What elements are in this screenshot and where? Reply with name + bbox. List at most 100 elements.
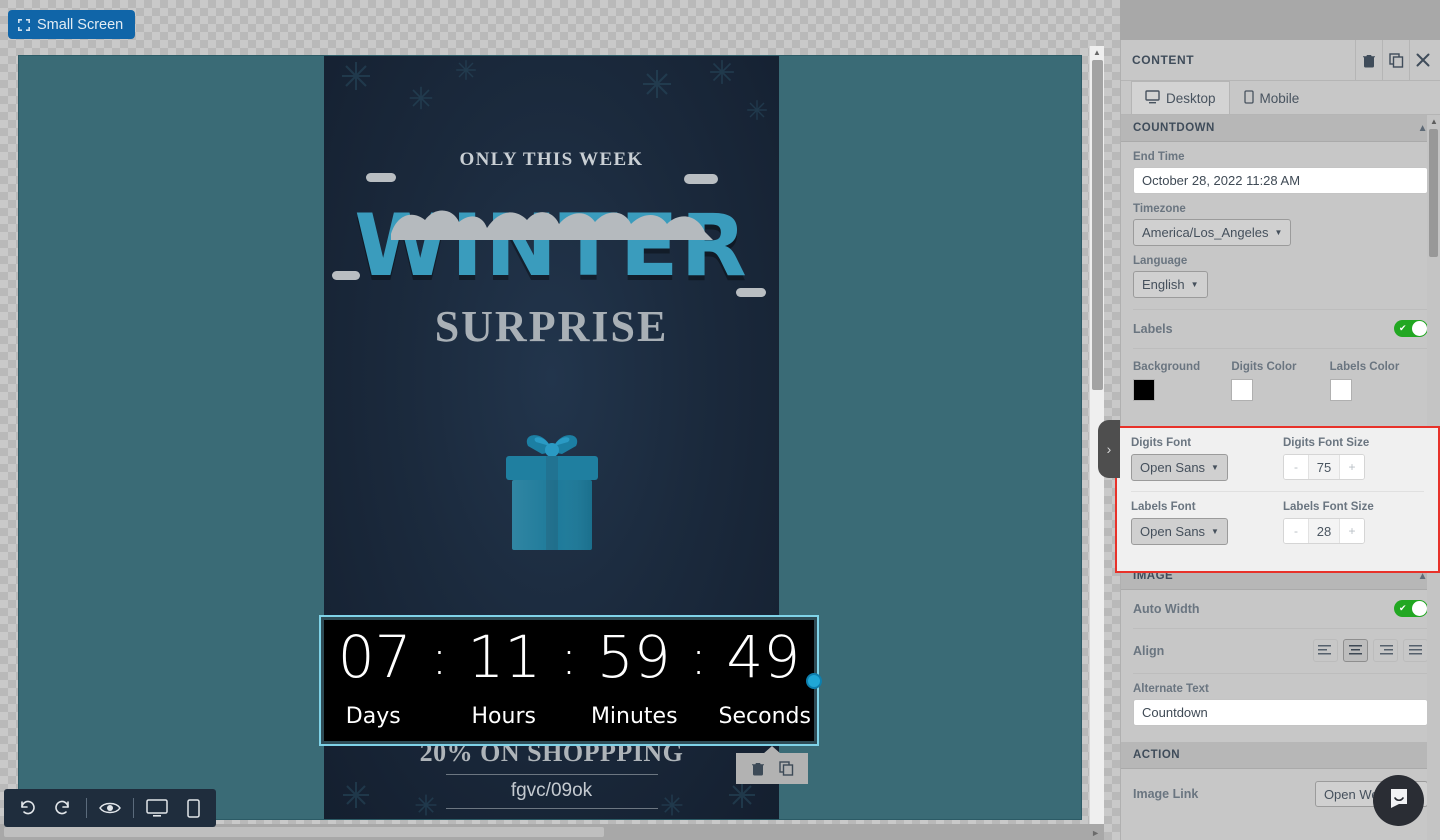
undo-icon[interactable] [14,795,40,821]
digits-color-swatch[interactable] [1231,379,1254,401]
resize-handle[interactable] [806,672,822,689]
countdown-hours-label: Hours [471,704,536,729]
panel-collapse-handle[interactable]: › [1098,420,1120,478]
digits-font-size-value[interactable]: 75 [1308,455,1340,479]
digits-font-group: Digits Font Open Sans ▼ [1131,437,1283,481]
tab-desktop[interactable]: Desktop [1131,81,1230,114]
timezone-select[interactable]: America/Los_Angeles ▼ [1133,219,1292,246]
digits-font-size-increment[interactable]: + [1340,455,1364,479]
alternate-text-label: Alternate Text [1133,683,1209,695]
field-timezone: Timezone America/Los_Angeles ▼ [1121,194,1440,246]
app-root: ONLY THIS WEEK WINTER SURPRISE 20% ON SH… [0,0,1440,840]
labels-toggle-label: Labels [1133,321,1173,336]
chevron-down-icon: ▼ [1274,228,1283,237]
language-select[interactable]: English ▼ [1133,271,1208,298]
labels-font-select[interactable]: Open Sans ▼ [1131,518,1228,545]
monitor-icon[interactable] [144,795,170,821]
row-digits-font: Digits Font Open Sans ▼ Digits Font Size… [1117,428,1438,481]
panel-close-button[interactable] [1409,40,1440,81]
scroll-right-icon[interactable]: ► [1091,828,1100,838]
toggle-knob [1412,601,1427,616]
labels-font-label: Labels Font [1131,501,1196,513]
color-labels: Labels Color [1329,361,1428,401]
end-time-label: End Time [1133,151,1185,163]
digits-font-select[interactable]: Open Sans ▼ [1131,454,1228,481]
scroll-up-icon[interactable]: ▲ [1093,48,1101,57]
check-icon: ✔ [1399,603,1407,613]
background-swatch[interactable] [1133,379,1155,401]
labels-font-size-stepper: - 28 + [1283,518,1365,544]
countdown-hours-value: 11 [467,623,542,691]
poster-subheadline: SURPRISE [434,302,669,351]
labels-font-group: Labels Font Open Sans ▼ [1131,501,1283,545]
auto-width-toggle[interactable]: ✔ [1394,600,1428,617]
eye-icon[interactable] [97,795,123,821]
digits-font-label: Digits Font [1131,437,1192,449]
element-toolbar [736,753,808,784]
phone-icon[interactable] [180,795,206,821]
scrollbar-thumb[interactable] [4,827,604,837]
labels-font-size-label: Labels Font Size [1283,501,1374,513]
row-labels-font: Labels Font Open Sans ▼ Labels Font Size… [1117,492,1438,545]
poster-eyebrow: ONLY THIS WEEK [459,149,644,170]
labels-font-size-decrement[interactable]: - [1284,519,1308,543]
monitor-icon [1145,89,1160,107]
timezone-value: America/Los_Angeles [1142,225,1269,240]
font-settings-highlight-block: Digits Font Open Sans ▼ Digits Font Size… [1115,426,1440,573]
chevron-down-icon: ▼ [1211,463,1219,472]
digits-font-size-label: Digits Font Size [1283,437,1370,449]
align-left-button[interactable] [1313,639,1338,662]
gift-box-image [505,435,598,550]
tab-desktop-label: Desktop [1166,90,1216,106]
labels-toggle[interactable]: ✔ [1394,320,1428,337]
align-center-button[interactable] [1343,639,1368,662]
cloud-decor-icon [684,174,718,184]
scrollbar-thumb[interactable] [1092,60,1103,390]
panel-duplicate-button[interactable] [1382,40,1409,81]
align-justify-button[interactable] [1403,639,1428,662]
editor-bottom-toolbar [4,789,216,827]
countdown-widget[interactable]: 07 : 11 : 59 : 49 Days Hours Minutes Sec… [319,615,822,746]
duplicate-icon[interactable] [778,761,794,776]
redo-icon[interactable] [50,795,76,821]
chevron-down-icon: ▼ [1211,527,1219,536]
color-background: Background [1133,361,1231,401]
poster-voucher-code: fgvc/09ok [445,774,658,809]
countdown-separator: : [431,630,448,686]
labels-font-size-increment[interactable]: + [1340,519,1364,543]
cloud-decor-icon [366,173,396,182]
field-alternate-text: Alternate Text Countdown [1121,674,1440,726]
alternate-text-input[interactable]: Countdown [1133,699,1428,726]
labels-font-size-value[interactable]: 28 [1308,519,1340,543]
digits-font-value: Open Sans [1140,460,1206,475]
section-header-action[interactable]: ACTION [1121,742,1440,769]
countdown-days-value: 07 [337,623,412,691]
canvas-viewport[interactable]: ONLY THIS WEEK WINTER SURPRISE 20% ON SH… [18,55,1082,820]
chat-bubble-icon [1387,786,1411,815]
labels-font-value: Open Sans [1140,524,1206,539]
chevron-down-icon: ▼ [1190,280,1199,289]
tab-mobile[interactable]: Mobile [1230,81,1314,114]
field-language: Language English ▼ [1121,246,1440,298]
small-screen-button[interactable]: Small Screen [8,10,136,39]
countdown-days-label: Days [345,704,401,729]
row-auto-width: Auto Width ✔ [1121,590,1440,617]
trash-icon[interactable] [751,761,765,776]
countdown-seconds-label: Seconds [718,704,811,729]
divider [133,798,134,818]
auto-width-label: Auto Width [1133,601,1200,616]
section-header-countdown[interactable]: COUNTDOWN ▲ [1121,115,1440,142]
labels-color-swatch[interactable] [1329,379,1352,401]
digits-font-size-stepper: - 75 + [1283,454,1365,480]
digits-font-size-decrement[interactable]: - [1284,455,1308,479]
scrollbar-thumb[interactable] [1429,129,1438,257]
scroll-up-icon[interactable]: ▲ [1430,117,1438,126]
small-screen-label: Small Screen [37,16,124,33]
end-time-input[interactable]: October 28, 2022 11:28 AM [1133,167,1428,194]
row-align: Align [1121,629,1440,662]
intercom-launcher[interactable] [1373,775,1424,826]
panel-delete-button[interactable] [1355,40,1382,81]
align-right-button[interactable] [1373,639,1398,662]
